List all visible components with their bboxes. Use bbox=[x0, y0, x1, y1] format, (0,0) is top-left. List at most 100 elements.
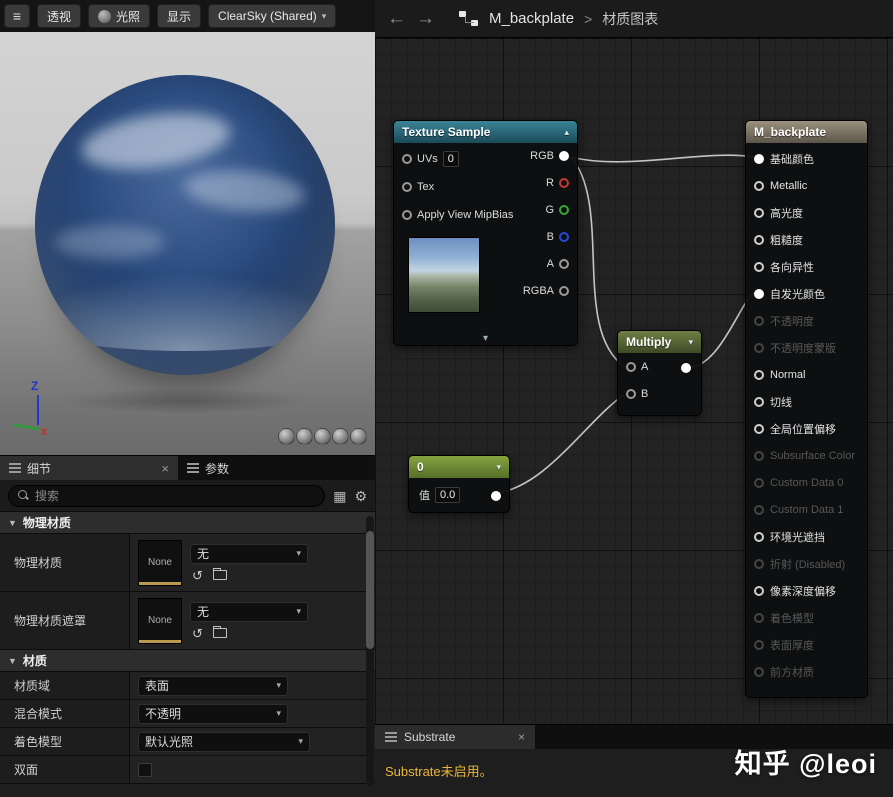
close-icon[interactable]: × bbox=[518, 730, 525, 744]
tab-substrate[interactable]: Substrate × bbox=[375, 725, 535, 749]
texture-sample-header[interactable]: Texture Sample ▴ bbox=[394, 121, 577, 143]
pin-multiply-b: B bbox=[626, 388, 648, 400]
mipbias-input-pin[interactable] bbox=[402, 210, 412, 220]
preview-mesh-plane-button[interactable] bbox=[314, 428, 331, 445]
left-pane: ≡ 透视 光照 显示 ClearSky (Shared)▾ Z x bbox=[0, 0, 375, 797]
pin-r: R bbox=[546, 177, 569, 189]
collapse-icon[interactable]: ▴ bbox=[564, 127, 569, 138]
breadcrumb-root[interactable]: M_backplate bbox=[489, 10, 574, 27]
constant-output-pin[interactable] bbox=[491, 491, 501, 501]
roughness-input-pin[interactable] bbox=[754, 235, 764, 245]
rgb-output-pin[interactable] bbox=[559, 151, 569, 161]
forward-arrow-icon[interactable]: → bbox=[416, 9, 435, 28]
pin-label: RGB bbox=[530, 150, 554, 162]
lit-mode-button[interactable]: 光照 bbox=[88, 4, 150, 28]
front-material-input-pin[interactable] bbox=[754, 667, 764, 677]
ao-input-pin[interactable] bbox=[754, 532, 764, 542]
pin-ambient-occlusion: 环境光遮挡 bbox=[746, 523, 867, 550]
g-output-pin[interactable] bbox=[559, 205, 569, 215]
browse-asset-icon[interactable] bbox=[213, 570, 227, 580]
viewport-menu-button[interactable]: ≡ bbox=[4, 4, 30, 28]
asset-thumbnail-none[interactable]: None bbox=[138, 598, 182, 644]
uvs-input-pin[interactable] bbox=[402, 154, 412, 164]
physical-material-mask-dropdown[interactable]: 无 ▾ bbox=[190, 602, 308, 622]
search-input[interactable]: 搜索 bbox=[8, 485, 325, 507]
anisotropy-input-pin[interactable] bbox=[754, 262, 764, 272]
node-texture-sample[interactable]: Texture Sample ▴ UVs 0 Tex Apply View Mi… bbox=[393, 120, 578, 346]
material-domain-dropdown[interactable]: 表面 ▾ bbox=[138, 676, 288, 696]
perspective-button[interactable]: 透视 bbox=[37, 4, 81, 28]
shading-model-dropdown[interactable]: 默认光照 ▾ bbox=[138, 732, 310, 752]
breadcrumb-current[interactable]: 材质图表 bbox=[602, 9, 658, 29]
tab-parameters[interactable]: 参数 bbox=[178, 456, 238, 480]
pin-opacity: 不透明度 bbox=[746, 307, 867, 334]
preview-mesh-cylinder-button[interactable] bbox=[278, 428, 295, 445]
use-selected-asset-icon[interactable]: ↺ bbox=[192, 627, 203, 640]
axis-z-label: Z bbox=[31, 379, 38, 393]
browse-asset-icon[interactable] bbox=[213, 628, 227, 638]
wpo-input-pin[interactable] bbox=[754, 424, 764, 434]
grid-view-icon[interactable]: ▦ bbox=[333, 489, 346, 503]
pin-custom-data-0: Custom Data 0 bbox=[746, 469, 867, 496]
back-arrow-icon[interactable]: ← bbox=[387, 9, 406, 28]
show-button[interactable]: 显示 bbox=[157, 4, 201, 28]
multiply-b-input-pin[interactable] bbox=[626, 389, 636, 399]
result-node-header[interactable]: M_backplate bbox=[746, 121, 867, 143]
pin-pixel-depth-offset: 像素深度偏移 bbox=[746, 577, 867, 604]
asset-thumbnail-none[interactable]: None bbox=[138, 540, 182, 586]
normal-input-pin[interactable] bbox=[754, 370, 764, 380]
close-icon[interactable]: × bbox=[161, 461, 169, 476]
r-output-pin[interactable] bbox=[559, 178, 569, 188]
node-constant[interactable]: 0 ▾ 值 0.0 bbox=[408, 455, 510, 513]
preview-scene-dropdown[interactable]: ClearSky (Shared)▾ bbox=[208, 4, 336, 28]
opacity-mask-input-pin[interactable] bbox=[754, 343, 764, 353]
rgba-output-pin[interactable] bbox=[559, 286, 569, 296]
use-selected-asset-icon[interactable]: ↺ bbox=[192, 569, 203, 582]
multiply-a-input-pin[interactable] bbox=[626, 362, 636, 372]
subsurface-input-pin[interactable] bbox=[754, 451, 764, 461]
expand-chevron-icon[interactable]: ▾ bbox=[483, 333, 488, 344]
details-scrollbar-thumb[interactable] bbox=[366, 531, 374, 649]
base-color-input-pin[interactable] bbox=[754, 154, 764, 164]
pdo-input-pin[interactable] bbox=[754, 586, 764, 596]
shading-model-input-pin[interactable] bbox=[754, 613, 764, 623]
surface-thickness-input-pin[interactable] bbox=[754, 640, 764, 650]
graph-canvas[interactable]: Texture Sample ▴ UVs 0 Tex Apply View Mi… bbox=[375, 38, 893, 724]
texture-preview-thumbnail[interactable] bbox=[408, 237, 480, 313]
refraction-input-pin[interactable] bbox=[754, 559, 764, 569]
tab-details[interactable]: 细节 × bbox=[0, 456, 178, 480]
preview-mesh-teapot-button[interactable] bbox=[350, 428, 367, 445]
emissive-input-pin[interactable] bbox=[754, 289, 764, 299]
preview-mesh-cube-button[interactable] bbox=[332, 428, 349, 445]
node-multiply[interactable]: Multiply ▾ A B bbox=[617, 330, 702, 416]
uvs-value-box[interactable]: 0 bbox=[443, 151, 459, 167]
preview-viewport[interactable]: Z x bbox=[0, 32, 375, 455]
gear-icon[interactable]: ⚙ bbox=[354, 489, 367, 503]
physical-material-dropdown[interactable]: 无 ▾ bbox=[190, 544, 308, 564]
section-material[interactable]: ▼ 材质 bbox=[0, 650, 375, 672]
custom-data-1-input-pin[interactable] bbox=[754, 505, 764, 515]
multiply-header[interactable]: Multiply ▾ bbox=[618, 331, 701, 353]
wire-rgb-to-basecolor[interactable] bbox=[571, 155, 755, 162]
metallic-input-pin[interactable] bbox=[754, 181, 764, 191]
specular-input-pin[interactable] bbox=[754, 208, 764, 218]
two-sided-checkbox[interactable] bbox=[138, 763, 152, 777]
pin-label: Subsurface Color bbox=[770, 450, 855, 462]
preview-mesh-sphere-button[interactable] bbox=[296, 428, 313, 445]
node-result-m-backplate[interactable]: M_backplate 基础颜色 Metallic 高光度 粗糙度 各向异性 自… bbox=[745, 120, 868, 698]
b-output-pin[interactable] bbox=[559, 232, 569, 242]
a-output-pin[interactable] bbox=[559, 259, 569, 269]
opacity-input-pin[interactable] bbox=[754, 316, 764, 326]
blend-mode-dropdown[interactable]: 不透明 ▾ bbox=[138, 704, 288, 724]
constant-value-box[interactable]: 0.0 bbox=[435, 487, 460, 503]
tangent-input-pin[interactable] bbox=[754, 397, 764, 407]
multiply-output-pin[interactable] bbox=[681, 363, 691, 373]
section-physical-material[interactable]: ▼ 物理材质 bbox=[0, 512, 375, 534]
section-label: 材质 bbox=[23, 652, 47, 669]
pin-shading-model: 着色模型 bbox=[746, 604, 867, 631]
pin-specular: 高光度 bbox=[746, 199, 867, 226]
wire-constant-to-multiply-b[interactable] bbox=[497, 394, 625, 493]
tex-input-pin[interactable] bbox=[402, 182, 412, 192]
custom-data-0-input-pin[interactable] bbox=[754, 478, 764, 488]
constant-header[interactable]: 0 ▾ bbox=[409, 456, 509, 478]
